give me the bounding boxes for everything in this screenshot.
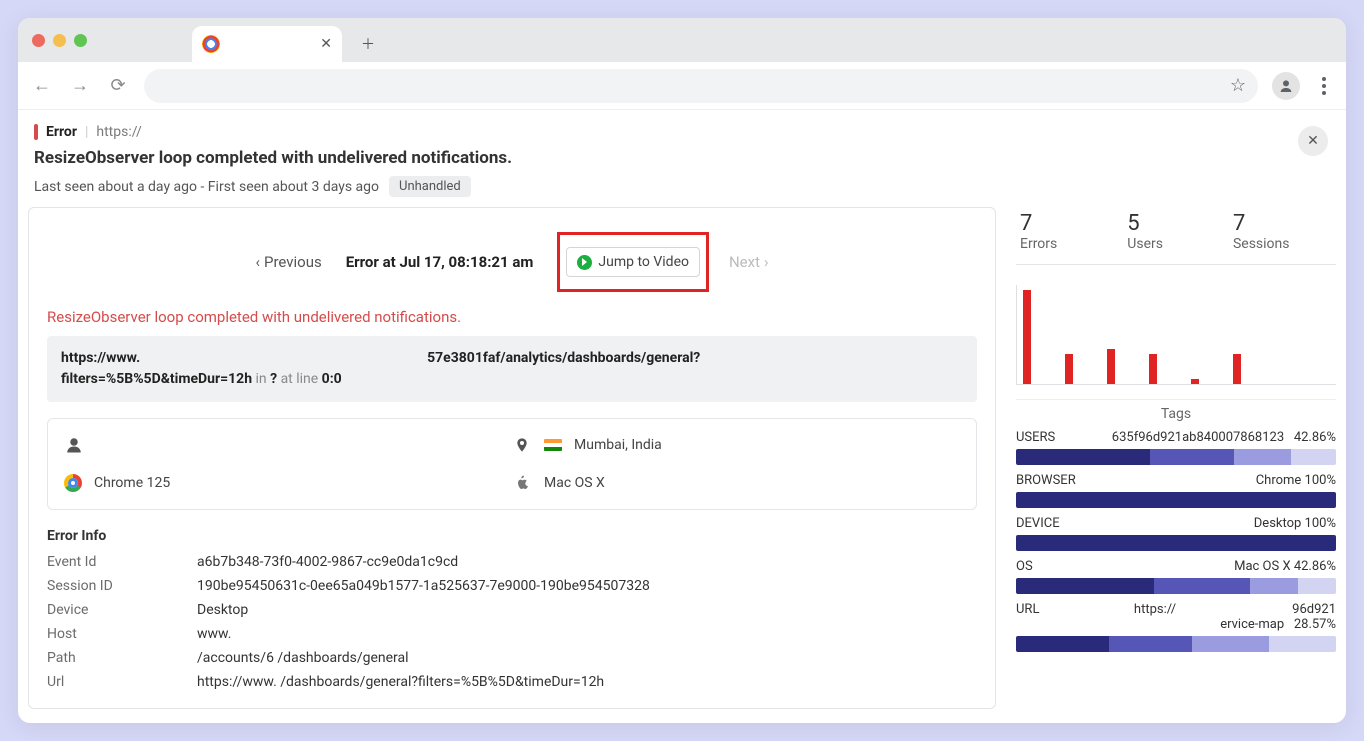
crumb-label: Error <box>46 124 77 140</box>
chrome-favicon-icon <box>202 35 220 53</box>
error-meta: Last seen about a day ago - First seen a… <box>34 176 1330 197</box>
chart-bar <box>1065 354 1073 384</box>
browser-cell: Chrome 125 <box>64 473 512 493</box>
browser-toolbar: ← → ⟳ ☆ <box>18 62 1346 110</box>
stats-row: 7Errors 5Users 7Sessions <box>1016 207 1336 265</box>
window-minimize-icon[interactable] <box>53 34 66 47</box>
stat-sessions: 7Sessions <box>1233 211 1290 252</box>
side-panel: 7Errors 5Users 7Sessions Tags USERS635f9… <box>1016 207 1336 709</box>
window-zoom-icon[interactable] <box>74 34 87 47</box>
user-icon <box>64 435 84 455</box>
errors-bar-chart <box>1016 285 1336 385</box>
session-id-label: Session ID <box>47 578 197 594</box>
panel-close-button[interactable]: ✕ <box>1298 126 1328 156</box>
jump-to-video-button[interactable]: Jump to Video <box>566 247 700 277</box>
bookmark-star-icon[interactable]: ☆ <box>1230 75 1246 96</box>
next-button[interactable]: Next › <box>729 253 769 271</box>
host-label: Host <box>47 626 197 642</box>
chrome-icon <box>64 474 82 492</box>
browser-tab[interactable]: ✕ <box>192 26 342 62</box>
nav-back-icon[interactable]: ← <box>30 75 54 96</box>
window-titlebar: ✕ ＋ <box>18 18 1346 62</box>
stack-trace: https://www. 57e3801faf/analytics/dashbo… <box>47 336 977 402</box>
tag-row-url: URLhttps:// 96d921 ervice-map 28.57% <box>1016 602 1336 652</box>
device-value: Desktop <box>197 602 977 618</box>
window-close-icon[interactable] <box>32 34 45 47</box>
stat-errors: 7Errors <box>1020 211 1057 252</box>
device-label: Device <box>47 602 197 618</box>
highlight-box: Jump to Video <box>557 232 709 292</box>
host-value: www. <box>197 626 977 642</box>
chart-bar <box>1233 354 1241 384</box>
context-card: Mumbai, India Chrome 125 Mac OS X <box>47 418 977 510</box>
unhandled-badge: Unhandled <box>389 176 471 197</box>
error-info-table: Event Id a6b7b348-73f0-4002-9867-cc9e0da… <box>47 554 977 690</box>
os-cell: Mac OS X <box>512 473 960 493</box>
chart-bar <box>1107 349 1115 384</box>
tab-close-icon[interactable]: ✕ <box>320 36 332 52</box>
path-value: /accounts/6 /dashboards/general <box>197 650 977 666</box>
error-timestamp: Error at Jul 17, 08:18:21 am <box>346 253 534 271</box>
nav-forward-icon[interactable]: → <box>68 75 92 96</box>
path-label: Path <box>47 650 197 666</box>
error-info-heading: Error Info <box>47 528 977 544</box>
main-panel: ‹ Previous Error at Jul 17, 08:18:21 am … <box>28 207 996 709</box>
event-id-value: a6b7b348-73f0-4002-9867-cc9e0da1c9cd <box>197 554 977 570</box>
user-cell <box>64 435 512 455</box>
chevron-left-icon: ‹ <box>255 253 260 271</box>
url-label: Url <box>47 674 197 690</box>
profile-avatar-icon[interactable] <box>1272 72 1300 100</box>
tag-row-browser: BROWSERChrome 100% <box>1016 473 1336 508</box>
tag-row-os: OSMac OS X 42.86% <box>1016 559 1336 594</box>
breadcrumb: Error | https:// <box>34 124 1330 140</box>
address-bar[interactable]: ☆ <box>144 69 1258 103</box>
apple-icon <box>512 473 532 493</box>
stat-users: 5Users <box>1127 211 1163 252</box>
error-title: ResizeObserver loop completed with undel… <box>34 148 1330 168</box>
previous-button[interactable]: ‹ Previous <box>255 253 321 271</box>
event-id-label: Event Id <box>47 554 197 570</box>
crumb-url: https:// <box>96 124 141 140</box>
chart-bar <box>1023 290 1031 384</box>
chart-bar <box>1191 379 1199 384</box>
page-content: Error | https:// ✕ ResizeObserver loop c… <box>18 110 1346 723</box>
new-tab-button[interactable]: ＋ <box>354 30 382 58</box>
session-id-value: 190be95450631c-0ee65a049b1577-1a525637-7… <box>197 578 977 594</box>
tag-row-device: DEVICEDesktop 100% <box>1016 516 1336 551</box>
pager: ‹ Previous Error at Jul 17, 08:18:21 am … <box>47 232 977 292</box>
traffic-lights <box>32 18 87 62</box>
browser-menu-icon[interactable] <box>1314 77 1334 95</box>
india-flag-icon <box>544 439 562 451</box>
tag-row-users: USERS635f96d921ab840007868123 42.86% <box>1016 430 1336 465</box>
location-pin-icon <box>512 435 532 455</box>
url-value: https://www. /dashboards/general?filters… <box>197 674 977 690</box>
seen-text: Last seen about a day ago - First seen a… <box>34 179 379 195</box>
tags-heading: Tags <box>1016 399 1336 422</box>
browser-window: ✕ ＋ ← → ⟳ ☆ Error | https:// ✕ ResizeObs… <box>18 18 1346 723</box>
location-cell: Mumbai, India <box>512 435 960 455</box>
error-message: ResizeObserver loop completed with undel… <box>47 308 977 326</box>
chevron-right-icon: › <box>764 253 769 271</box>
play-icon <box>577 255 592 270</box>
error-header: Error | https:// ✕ ResizeObserver loop c… <box>24 124 1340 207</box>
chart-bar <box>1149 354 1157 384</box>
error-indicator-icon <box>34 124 38 140</box>
nav-reload-icon[interactable]: ⟳ <box>106 75 130 96</box>
